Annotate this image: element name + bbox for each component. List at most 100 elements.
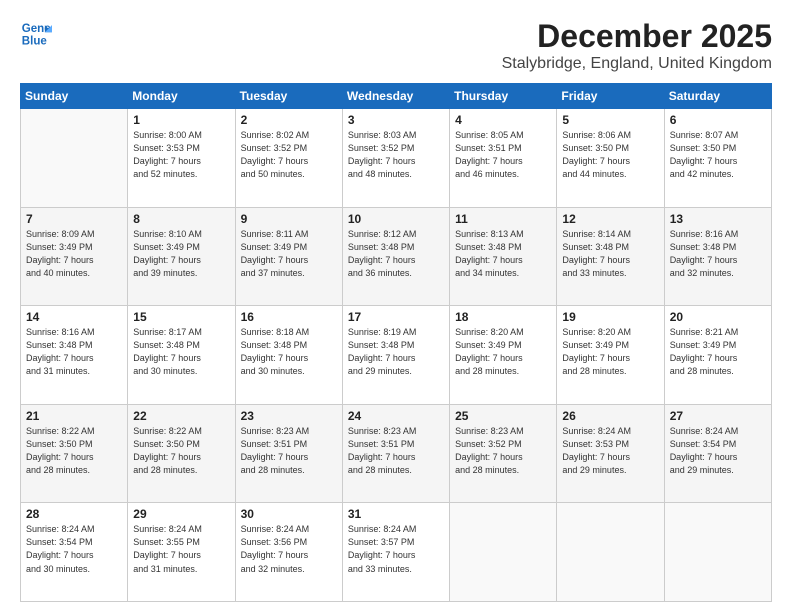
day-info: Sunrise: 8:02 AM Sunset: 3:52 PM Dayligh…: [241, 129, 337, 181]
calendar-cell: 5Sunrise: 8:06 AM Sunset: 3:50 PM Daylig…: [557, 109, 664, 208]
day-info: Sunrise: 8:14 AM Sunset: 3:48 PM Dayligh…: [562, 228, 658, 280]
title-block: December 2025 Stalybridge, England, Unit…: [502, 18, 772, 73]
day-info: Sunrise: 8:24 AM Sunset: 3:53 PM Dayligh…: [562, 425, 658, 477]
calendar-cell: 31 Sunrise: 8:24 AM Sunset: 3:57 PM Dayli…: [342, 503, 449, 602]
day-number: 2: [241, 113, 337, 127]
calendar-cell: 29 Sunrise: 8:24 AM Sunset: 3:55 PM Dayli…: [128, 503, 235, 602]
day-number: 4: [455, 113, 551, 127]
calendar-table: SundayMondayTuesdayWednesdayThursdayFrid…: [20, 83, 772, 602]
day-number: 16: [241, 310, 337, 324]
day-number: 21: [26, 409, 122, 423]
calendar-cell: 2 Sunrise: 8:02 AM Sunset: 3:52 PM Daylig…: [235, 109, 342, 208]
day-info: Sunrise: 8:18 AM Sunset: 3:48 PM Dayligh…: [241, 326, 337, 378]
calendar-cell: 28 Sunrise: 8:24 AM Sunset: 3:54 PM Dayli…: [21, 503, 128, 602]
day-info: Sunrise: 8:16 AM Sunset: 3:48 PM Dayligh…: [26, 326, 122, 378]
day-number: 25: [455, 409, 551, 423]
weekday-header-thursday: Thursday: [450, 84, 557, 109]
day-number: 6: [670, 113, 766, 127]
calendar-cell: 8 Sunrise: 8:10 AM Sunset: 3:49 PM Daylig…: [128, 207, 235, 306]
day-number: 8: [133, 212, 229, 226]
calendar-cell: [450, 503, 557, 602]
day-info: Sunrise: 8:24 AM Sunset: 3:54 PM Dayligh…: [670, 425, 766, 477]
day-number: 31: [348, 507, 444, 521]
day-info: Sunrise: 8:12 AM Sunset: 3:48 PM Dayligh…: [348, 228, 444, 280]
day-number: 3: [348, 113, 444, 127]
calendar-cell: 11 Sunrise: 8:13 AM Sunset: 3:48 PM Dayli…: [450, 207, 557, 306]
day-number: 19: [562, 310, 658, 324]
day-number: 24: [348, 409, 444, 423]
day-number: 5: [562, 113, 658, 127]
calendar-cell: 20 Sunrise: 8:21 AM Sunset: 3:49 PM Dayli…: [664, 306, 771, 405]
day-number: 13: [670, 212, 766, 226]
day-number: 22: [133, 409, 229, 423]
calendar-cell: 16 Sunrise: 8:18 AM Sunset: 3:48 PM Dayli…: [235, 306, 342, 405]
day-info: Sunrise: 8:19 AM Sunset: 3:48 PM Dayligh…: [348, 326, 444, 378]
day-number: 17: [348, 310, 444, 324]
calendar-cell: [21, 109, 128, 208]
day-number: 9: [241, 212, 337, 226]
weekday-header-saturday: Saturday: [664, 84, 771, 109]
weekday-header-sunday: Sunday: [21, 84, 128, 109]
day-number: 12: [562, 212, 658, 226]
day-number: 28: [26, 507, 122, 521]
day-info: Sunrise: 8:23 AM Sunset: 3:52 PM Dayligh…: [455, 425, 551, 477]
calendar-cell: 3 Sunrise: 8:03 AM Sunset: 3:52 PM Daylig…: [342, 109, 449, 208]
day-number: 11: [455, 212, 551, 226]
calendar-week-row: 14Sunrise: 8:16 AM Sunset: 3:48 PM Dayli…: [21, 306, 772, 405]
calendar-cell: [664, 503, 771, 602]
calendar-cell: 10Sunrise: 8:12 AM Sunset: 3:48 PM Dayli…: [342, 207, 449, 306]
day-info: Sunrise: 8:24 AM Sunset: 3:57 PM Dayligh…: [348, 523, 444, 575]
day-info: Sunrise: 8:22 AM Sunset: 3:50 PM Dayligh…: [133, 425, 229, 477]
calendar-cell: 9 Sunrise: 8:11 AM Sunset: 3:49 PM Daylig…: [235, 207, 342, 306]
day-info: Sunrise: 8:24 AM Sunset: 3:54 PM Dayligh…: [26, 523, 122, 575]
day-info: Sunrise: 8:24 AM Sunset: 3:55 PM Dayligh…: [133, 523, 229, 575]
calendar-cell: [557, 503, 664, 602]
calendar-cell: 27 Sunrise: 8:24 AM Sunset: 3:54 PM Dayli…: [664, 404, 771, 503]
weekday-header-friday: Friday: [557, 84, 664, 109]
day-number: 20: [670, 310, 766, 324]
day-info: Sunrise: 8:23 AM Sunset: 3:51 PM Dayligh…: [348, 425, 444, 477]
calendar-cell: 7Sunrise: 8:09 AM Sunset: 3:49 PM Daylig…: [21, 207, 128, 306]
weekday-header-tuesday: Tuesday: [235, 84, 342, 109]
calendar-cell: 6 Sunrise: 8:07 AM Sunset: 3:50 PM Daylig…: [664, 109, 771, 208]
day-info: Sunrise: 8:13 AM Sunset: 3:48 PM Dayligh…: [455, 228, 551, 280]
calendar-cell: 12 Sunrise: 8:14 AM Sunset: 3:48 PM Dayli…: [557, 207, 664, 306]
day-info: Sunrise: 8:09 AM Sunset: 3:49 PM Dayligh…: [26, 228, 122, 280]
day-info: Sunrise: 8:03 AM Sunset: 3:52 PM Dayligh…: [348, 129, 444, 181]
calendar-week-row: 21 Sunrise: 8:22 AM Sunset: 3:50 PM Dayli…: [21, 404, 772, 503]
calendar-cell: 17 Sunrise: 8:19 AM Sunset: 3:48 PM Dayli…: [342, 306, 449, 405]
subtitle: Stalybridge, England, United Kingdom: [502, 55, 772, 73]
calendar-cell: 15Sunrise: 8:17 AM Sunset: 3:48 PM Dayli…: [128, 306, 235, 405]
day-number: 27: [670, 409, 766, 423]
calendar-cell: 21Sunrise: 8:22 AM Sunset: 3:50 PM Dayli…: [21, 404, 128, 503]
calendar-cell: 1Sunrise: 8:00 AM Sunset: 3:53 PM Daylig…: [128, 109, 235, 208]
day-info: Sunrise: 8:24 AM Sunset: 3:56 PM Dayligh…: [241, 523, 337, 575]
weekday-header-wednesday: Wednesday: [342, 84, 449, 109]
calendar-cell: 14Sunrise: 8:16 AM Sunset: 3:48 PM Dayli…: [21, 306, 128, 405]
day-number: 30: [241, 507, 337, 521]
day-number: 15: [133, 310, 229, 324]
day-number: 29: [133, 507, 229, 521]
calendar-week-row: 1Sunrise: 8:00 AM Sunset: 3:53 PM Daylig…: [21, 109, 772, 208]
logo-icon: General Blue: [20, 18, 52, 50]
calendar-cell: 22 Sunrise: 8:22 AM Sunset: 3:50 PM Dayli…: [128, 404, 235, 503]
day-number: 18: [455, 310, 551, 324]
day-info: Sunrise: 8:05 AM Sunset: 3:51 PM Dayligh…: [455, 129, 551, 181]
day-info: Sunrise: 8:00 AM Sunset: 3:53 PM Dayligh…: [133, 129, 229, 181]
calendar-cell: 30 Sunrise: 8:24 AM Sunset: 3:56 PM Dayli…: [235, 503, 342, 602]
main-title: December 2025: [502, 18, 772, 55]
calendar-cell: 18 Sunrise: 8:20 AM Sunset: 3:49 PM Dayli…: [450, 306, 557, 405]
calendar-cell: 24 Sunrise: 8:23 AM Sunset: 3:51 PM Dayli…: [342, 404, 449, 503]
calendar-cell: 4 Sunrise: 8:05 AM Sunset: 3:51 PM Daylig…: [450, 109, 557, 208]
logo: General Blue: [20, 18, 52, 50]
day-info: Sunrise: 8:21 AM Sunset: 3:49 PM Dayligh…: [670, 326, 766, 378]
day-info: Sunrise: 8:10 AM Sunset: 3:49 PM Dayligh…: [133, 228, 229, 280]
calendar-cell: 25 Sunrise: 8:23 AM Sunset: 3:52 PM Dayli…: [450, 404, 557, 503]
day-info: Sunrise: 8:07 AM Sunset: 3:50 PM Dayligh…: [670, 129, 766, 181]
day-info: Sunrise: 8:11 AM Sunset: 3:49 PM Dayligh…: [241, 228, 337, 280]
svg-text:Blue: Blue: [22, 36, 48, 48]
day-info: Sunrise: 8:16 AM Sunset: 3:48 PM Dayligh…: [670, 228, 766, 280]
calendar-week-row: 28 Sunrise: 8:24 AM Sunset: 3:54 PM Dayli…: [21, 503, 772, 602]
calendar-cell: 23Sunrise: 8:23 AM Sunset: 3:51 PM Dayli…: [235, 404, 342, 503]
day-info: Sunrise: 8:20 AM Sunset: 3:49 PM Dayligh…: [455, 326, 551, 378]
